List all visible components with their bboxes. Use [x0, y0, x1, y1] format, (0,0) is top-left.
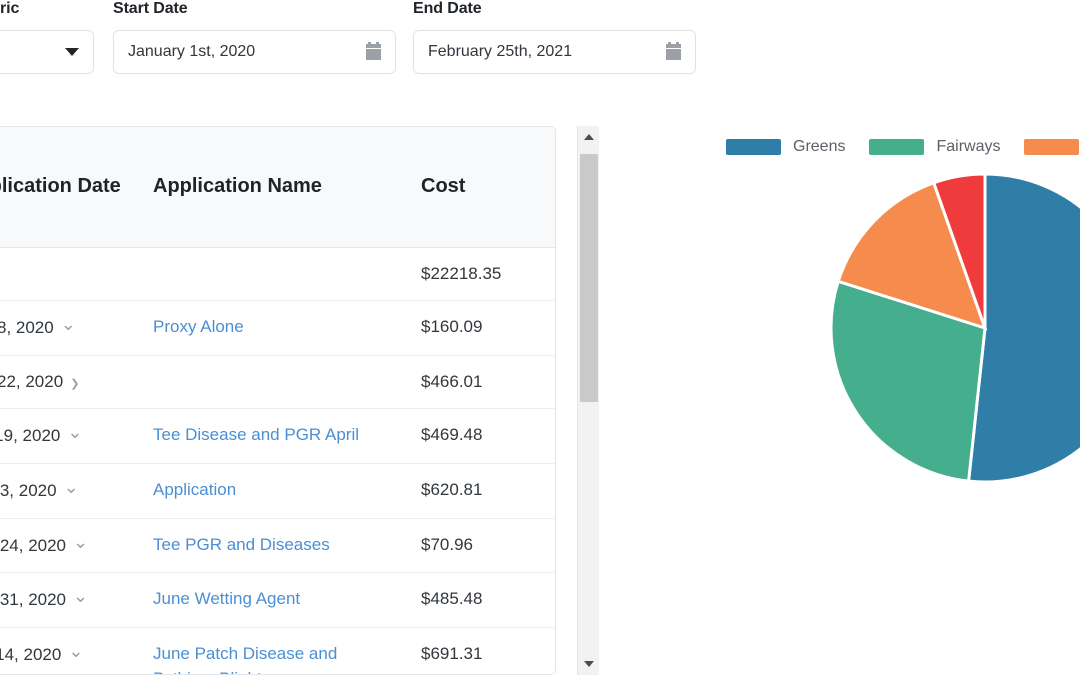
total-name-cell	[139, 247, 407, 301]
row-cost-cell: $469.48	[407, 409, 556, 464]
start-date-input[interactable]: January 1st, 2020	[113, 30, 396, 74]
scroll-down-arrow-icon[interactable]	[578, 653, 600, 675]
chevron-right-icon[interactable]: ❯	[70, 379, 79, 390]
row-date-text: Mar 22, 2020	[0, 372, 63, 391]
row-date-text: Apr 19, 2020	[0, 426, 60, 445]
table-body: $22218.35	[0, 247, 556, 301]
row-cost-cell: $620.81	[407, 464, 556, 519]
table-row[interactable]: May 31, 2020 ⌄ June Wetting Agent $485.48	[0, 573, 556, 628]
row-name-cell: Proxy Alone	[139, 301, 407, 356]
row-date-cell: Mar 8, 2020 ⌄	[0, 301, 139, 356]
row-date-text: May 24, 2020	[0, 536, 66, 555]
chevron-down-icon[interactable]: ⌄	[73, 587, 88, 605]
legend-item[interactable]: Te	[1024, 138, 1080, 156]
column-header-application-name[interactable]: Application Name	[139, 127, 407, 247]
legend-swatch-icon	[1024, 139, 1079, 155]
table-row[interactable]: Apr 19, 2020 ⌄ Tee Disease and PGR April $4…	[0, 409, 556, 464]
start-date-label: Start Date	[113, 0, 396, 18]
row-cost-cell: $466.01	[407, 355, 556, 409]
row-date-cell: Apr 19, 2020 ⌄	[0, 409, 139, 464]
application-name-link[interactable]: June Patch Disease and Pythium Blight	[153, 644, 337, 675]
chevron-down-icon[interactable]: ⌄	[73, 533, 88, 551]
table-row[interactable]: May 24, 2020 ⌄ Tee PGR and Diseases $70.96	[0, 518, 556, 573]
application-name-link[interactable]: Proxy Alone	[153, 317, 244, 336]
row-cost-cell: $70.96	[407, 518, 556, 573]
column-header-application-date[interactable]: Application Date	[0, 127, 139, 247]
row-cost-cell: $485.48	[407, 573, 556, 628]
chevron-down-icon[interactable]: ⌄	[64, 478, 79, 496]
row-name-cell: Tee Disease and PGR April	[139, 409, 407, 464]
table-total-row: $22218.35	[0, 247, 556, 301]
legend-swatch-icon	[869, 139, 924, 155]
row-date-text: Mar 8, 2020	[0, 318, 54, 337]
calendar-icon[interactable]	[366, 44, 381, 60]
chevron-down-icon[interactable]: ⌄	[61, 315, 76, 333]
legend-item[interactable]: Greens	[726, 138, 845, 156]
row-date-text: Jun 14, 2020	[0, 645, 61, 664]
row-date-cell: Jun 14, 2020 ⌄	[0, 627, 139, 675]
end-date-label: End Date	[413, 0, 696, 18]
legend-item[interactable]: Fairways	[869, 138, 1000, 156]
row-name-cell	[139, 355, 407, 409]
row-name-cell: June Wetting Agent	[139, 573, 407, 628]
end-date-input[interactable]: February 25th, 2021	[413, 30, 696, 74]
column-header-cost[interactable]: Cost	[407, 127, 556, 247]
table-scrollbar[interactable]	[577, 126, 599, 675]
cost-breakdown-chart: Greens Fairways Te	[700, 126, 1080, 546]
pie-chart-svg[interactable]	[830, 173, 1080, 493]
legend-label: Greens	[793, 138, 845, 156]
scroll-up-arrow-icon[interactable]	[578, 126, 600, 148]
row-date-text: May 3, 2020	[0, 481, 57, 500]
row-name-cell: June Patch Disease and Pythium Blight	[139, 627, 407, 675]
chevron-down-icon[interactable]: ⌄	[68, 642, 83, 660]
scrollbar-thumb[interactable]	[580, 154, 598, 402]
table-header: Application Date Application Name Cost	[0, 127, 556, 247]
table-header-row: Application Date Application Name Cost	[0, 127, 556, 247]
end-date-value: February 25th, 2021	[428, 43, 658, 61]
application-name-link[interactable]: Tee PGR and Diseases	[153, 535, 330, 554]
application-name-link[interactable]: Application	[153, 480, 236, 499]
chevron-down-icon	[65, 48, 79, 56]
applications-table: Application Date Application Name Cost $…	[0, 127, 556, 675]
legend-label: Fairways	[936, 138, 1000, 156]
metric-filter-label: ric	[0, 0, 94, 18]
application-name-link[interactable]: June Wetting Agent	[153, 589, 300, 608]
calendar-icon[interactable]	[666, 44, 681, 60]
total-cost-cell: $22218.35	[407, 247, 556, 301]
application-cost-report-page: ric Start Date January 1st, 2020 End Dat…	[0, 0, 1080, 675]
row-cost-cell: $160.09	[407, 301, 556, 356]
end-date-filter: End Date February 25th, 2021	[413, 0, 696, 74]
table-row[interactable]: Mar 22, 2020 ❯ $466.01	[0, 355, 556, 409]
row-date-text: May 31, 2020	[0, 590, 66, 609]
start-date-value: January 1st, 2020	[128, 43, 358, 61]
row-name-cell: Application	[139, 464, 407, 519]
chart-legend: Greens Fairways Te	[726, 138, 1080, 156]
metric-select[interactable]	[0, 30, 94, 74]
table-rows-body: Mar 8, 2020⌄Proxy Alone$160.09Mar 22, 20…	[0, 301, 556, 675]
row-cost-cell: $691.31	[407, 627, 556, 675]
filter-bar: ric Start Date January 1st, 2020 End Dat…	[0, 0, 1080, 105]
application-name-link[interactable]: Tee Disease and PGR April	[153, 425, 359, 444]
start-date-filter: Start Date January 1st, 2020	[113, 0, 396, 74]
row-date-cell: May 24, 2020 ⌄	[0, 518, 139, 573]
row-date-cell: May 3, 2020 ⌄	[0, 464, 139, 519]
row-name-cell: Tee PGR and Diseases	[139, 518, 407, 573]
table-row[interactable]: May 3, 2020 ⌄ Application $620.81	[0, 464, 556, 519]
pie-chart	[830, 173, 1080, 498]
row-date-cell: May 31, 2020 ⌄	[0, 573, 139, 628]
row-date-cell: Mar 22, 2020 ❯	[0, 355, 139, 409]
total-date-cell	[0, 247, 139, 301]
legend-swatch-icon	[726, 139, 781, 155]
chevron-down-icon[interactable]: ⌄	[67, 423, 82, 441]
applications-table-card: Application Date Application Name Cost $…	[0, 126, 556, 675]
table-row[interactable]: Mar 8, 2020 ⌄ Proxy Alone $160.09	[0, 301, 556, 356]
metric-filter: ric	[0, 0, 94, 74]
table-row[interactable]: Jun 14, 2020 ⌄ June Patch Disease and Pyth…	[0, 627, 556, 675]
